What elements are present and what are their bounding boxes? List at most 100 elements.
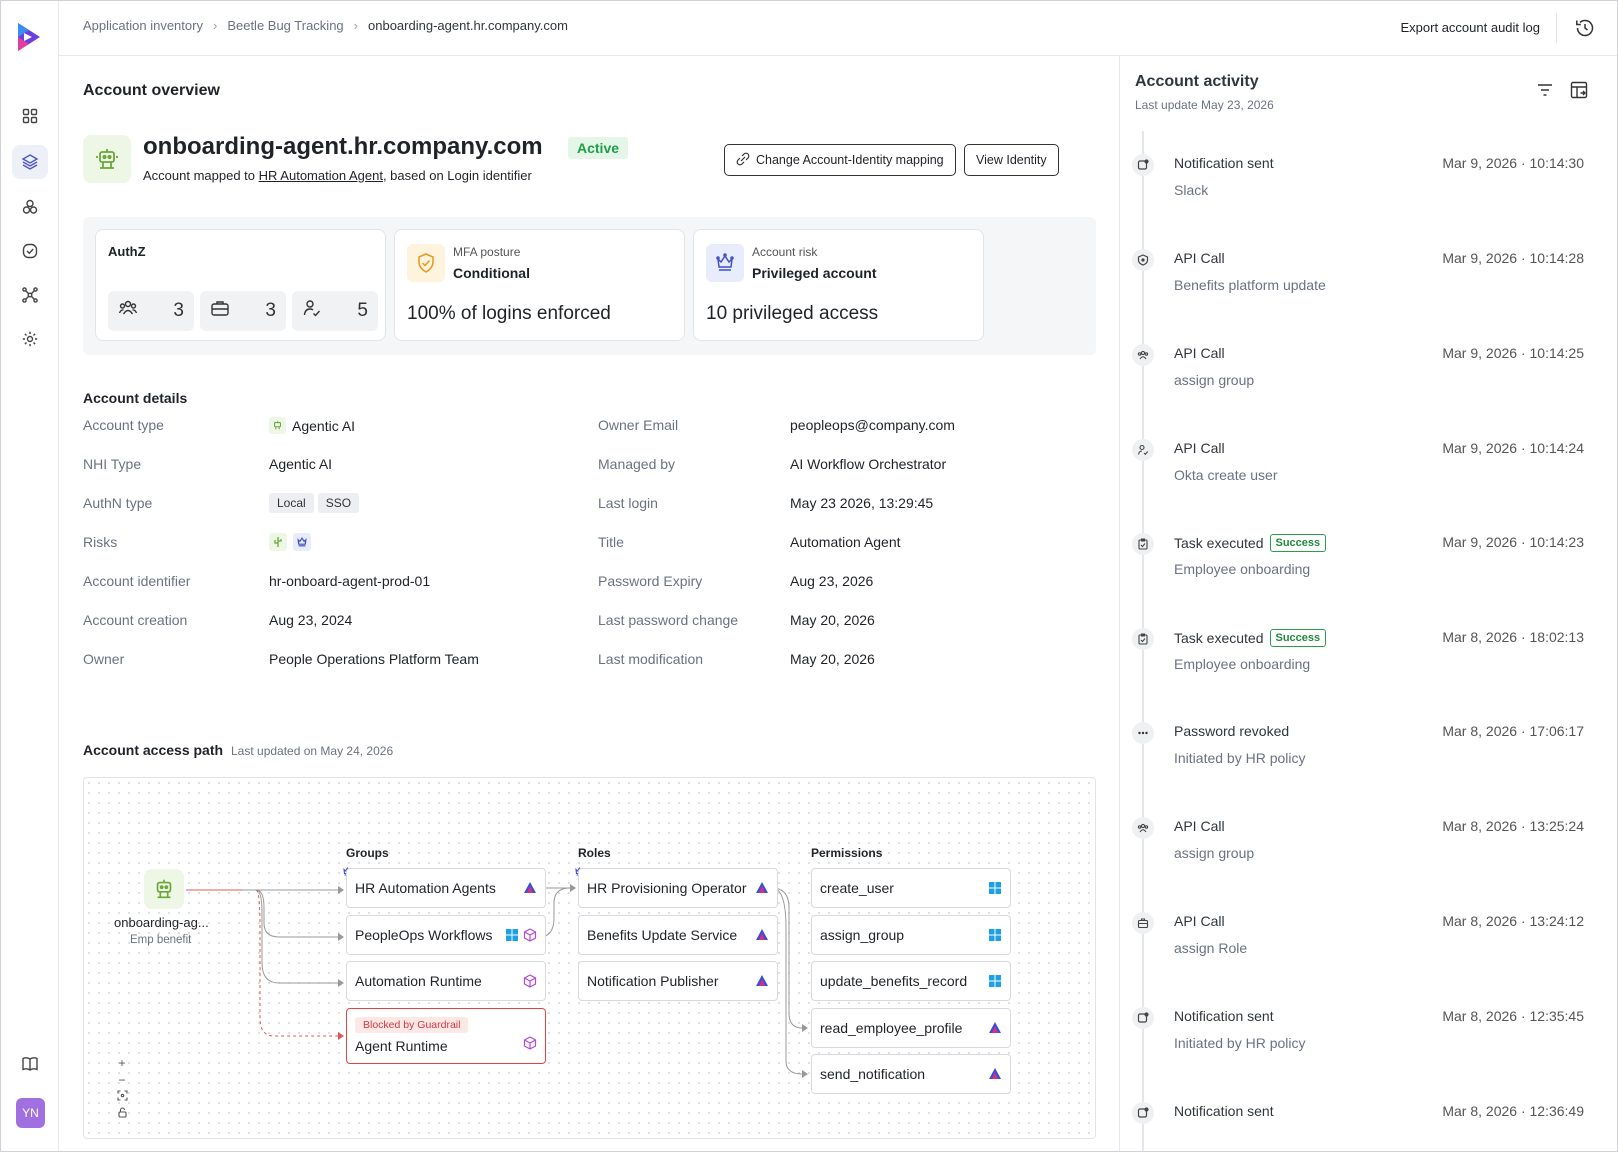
activity-desc: Benefits platform update [1174,277,1326,293]
activity-item[interactable]: Task executed Success Mar 8, 2026 · 18:02… [1120,616,1618,711]
breadcrumb-item[interactable]: Beetle Bug Tracking [227,18,343,33]
identity-link[interactable]: HR Automation Agent [259,168,383,183]
detail-value: AI Workflow Orchestrator [790,456,947,472]
user-check-icon [302,298,322,324]
activity-item[interactable]: API Call Mar 9, 2026 · 10:14:24 Okta cre… [1120,427,1618,522]
node-label: PeopleOps Workflows [355,927,493,943]
activity-item[interactable]: API Call Mar 8, 2026 · 13:25:24 assign g… [1120,805,1618,900]
change-mapping-button[interactable]: Change Account-Identity mapping [724,144,956,176]
activity-desc: Employee onboarding [1174,561,1311,577]
activity-item[interactable]: API Call Mar 9, 2026 · 10:14:28 Benefits… [1120,237,1618,332]
crown-icon[interactable] [293,533,311,551]
role-node[interactable]: HR Provisioning Operator [578,868,778,908]
breadcrumb-item[interactable]: Application inventory [83,18,203,33]
activity-item[interactable]: Password revoked Mar 8, 2026 · 17:06:17 … [1120,710,1618,805]
detail-label: Account identifier [83,573,191,589]
users-count-chip[interactable]: 5 [292,291,378,331]
activity-title-text: Task executed Success [1174,629,1327,647]
node-label: read_employee_profile [820,1020,963,1036]
activity-item[interactable]: Notification sent Mar 8, 2026 · 12:36:49 [1120,1090,1618,1151]
zoom-in-button[interactable]: + [118,1056,125,1070]
detail-label: Last password change [598,612,739,628]
section-title: Account details [83,390,188,406]
group-node[interactable]: Automation Runtime [346,961,546,1001]
filter-icon[interactable] [1537,83,1553,102]
activity-title: Account activity [1135,73,1259,90]
dashboard-icon[interactable] [12,99,48,133]
mfa-detail: 100% of logins enforced [407,303,611,324]
briefcase-icon [210,298,230,324]
fit-view-icon[interactable] [116,1090,128,1104]
activity-item[interactable]: Task executed Success Mar 9, 2026 · 10:14… [1120,521,1618,616]
role-node[interactable]: Notification Publisher [578,961,778,1001]
authn-tags: Local SSO [269,493,363,513]
permission-node[interactable]: assign_group [811,915,1011,955]
activity-title-text: API Call [1174,913,1225,929]
group-node[interactable]: HR Automation Agents [346,868,546,908]
access-path-graph[interactable]: onboarding-ag... Emp benefit Groups Role… [83,777,1096,1139]
table-export-icon[interactable] [1570,81,1588,104]
permission-node[interactable]: create_user [811,868,1011,908]
cluster-icon[interactable] [12,190,48,224]
history-icon[interactable] [1571,14,1599,42]
risk-icons [269,533,311,551]
detail-label: Account type [83,417,164,433]
settings-icon[interactable] [12,322,48,356]
permission-node[interactable]: update_benefits_record [811,961,1011,1001]
page-title: Account overview [83,82,220,99]
activity-time: Mar 8, 2026 · 13:24:12 [1442,913,1584,929]
groups-count-chip[interactable]: 3 [108,291,194,331]
export-audit-log-button[interactable]: Export account audit log [1401,20,1540,35]
roles-count-chip[interactable]: 3 [200,291,286,331]
zoom-out-button[interactable]: − [118,1073,125,1087]
briefcase-icon [1132,912,1154,934]
activity-desc: Employee onboarding [1174,656,1311,672]
activity-time: Mar 8, 2026 · 12:36:49 [1442,1103,1584,1119]
activity-title-text: Notification sent [1174,155,1274,171]
chevron-right-icon: › [353,18,359,33]
mapping-suffix: , based on Login identifier [382,168,532,183]
robot-icon[interactable] [144,869,184,909]
main-content: Account overview onboarding-agent.hr.com… [59,56,1119,1151]
success-badge: Success [1269,534,1327,552]
cactus-icon[interactable] [269,533,287,551]
view-identity-label: View Identity [976,153,1047,167]
app-window: YN Application inventory › Beetle Bug Tr… [0,0,1618,1152]
activity-time: Mar 9, 2026 · 10:14:23 [1442,534,1584,550]
lock-icon[interactable] [117,1107,128,1121]
activity-event: Task executed [1174,630,1264,646]
blocked-badge: Blocked by Guardrail [355,1017,469,1033]
activity-item[interactable]: Notification sent Mar 8, 2026 · 12:35:45… [1120,995,1618,1090]
activity-item[interactable]: Notification sent Mar 9, 2026 · 10:14:30… [1120,142,1618,237]
status-badge: Active [568,137,629,159]
check-circle-icon[interactable] [12,234,48,268]
activity-time: Mar 9, 2026 · 10:14:30 [1442,155,1584,171]
notify-icon [1132,1102,1154,1124]
notify-icon [1132,154,1154,176]
clipboard-icon [1132,533,1154,555]
node-label: create_user [820,880,894,896]
source-account-sub: Emp benefit [130,934,192,946]
activity-item[interactable]: API Call Mar 9, 2026 · 10:14:25 assign g… [1120,332,1618,427]
network-icon[interactable] [12,278,48,312]
shield-check-icon [407,244,445,282]
permission-node[interactable]: read_employee_profile [811,1008,1011,1048]
book-icon[interactable] [12,1047,48,1081]
blocked-group-node[interactable]: Blocked by Guardrail Agent Runtime [346,1008,546,1064]
permission-node[interactable]: send_notification [811,1054,1011,1094]
group-node[interactable]: PeopleOps Workflows [346,915,546,955]
app-logo[interactable] [15,21,43,53]
windows-icon [988,928,1002,945]
detail-label: Owner [83,651,125,667]
layers-icon[interactable] [12,145,48,179]
risk-label: Account risk [752,245,818,259]
view-identity-button[interactable]: View Identity [964,144,1059,176]
activity-desc: Initiated by HR policy [1174,1035,1306,1051]
activity-item[interactable]: API Call Mar 8, 2026 · 13:24:12 assign R… [1120,900,1618,995]
success-badge: Success [1269,629,1327,647]
windows-icon [988,974,1002,991]
avatar[interactable]: YN [16,1098,45,1128]
activity-subtitle: Last update May 23, 2026 [1135,98,1274,112]
role-node[interactable]: Benefits Update Service [578,915,778,955]
detail-label: NHI Type [83,456,142,472]
